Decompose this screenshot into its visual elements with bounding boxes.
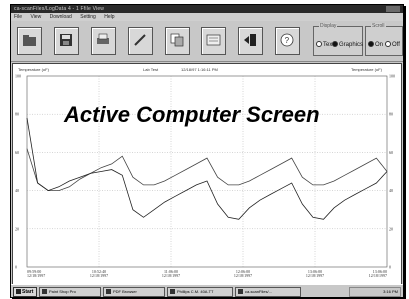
document-button[interactable] — [201, 27, 226, 55]
y-tick-label-left: 40 — [15, 188, 19, 193]
app-icon — [238, 289, 243, 294]
scroll-group: Scroll On Off — [365, 23, 403, 56]
task-scanfiles[interactable]: ca-scanFiles/... — [235, 287, 301, 297]
title-bar: ca-scanFiles/LogData 4 - 1 Ffile View — [11, 5, 403, 13]
x-tick-label-date: 12/18/1997 — [90, 273, 108, 278]
y-tick-label-right: 100 — [389, 74, 395, 79]
help-icon: ? — [280, 33, 294, 47]
print-button[interactable] — [91, 27, 116, 55]
app-icon — [42, 289, 47, 294]
plot-window: Temperature (oF) Lab Test 12/18/97 1:16:… — [12, 63, 402, 285]
radio-off[interactable]: Off — [385, 41, 400, 48]
export-button[interactable] — [238, 27, 263, 55]
task-pdf[interactable]: PDF Browser — [103, 287, 165, 297]
x-tick-label-date: 12/18/1997 — [27, 273, 45, 278]
y-tick-label-left: 60 — [15, 150, 19, 155]
temperature-chart: 100 10080 8060 6040 4020 200 009:59:0012/18/19… — [15, 74, 395, 279]
svg-text:?: ? — [285, 36, 290, 45]
y-tick-label-left: 80 — [15, 112, 19, 117]
display-legend: Display — [319, 23, 338, 29]
x-tick-label-date: 12/18/1997 — [162, 273, 180, 278]
x-tick-label-date: 12/18/1997 — [306, 273, 324, 278]
print-icon — [97, 33, 109, 44]
series-line-2 — [26, 117, 388, 220]
y-tick-label-right: 60 — [389, 150, 393, 155]
app-icon — [106, 289, 111, 294]
x-tick-label-date: 12/18/1997 — [369, 273, 387, 278]
save-button[interactable] — [54, 27, 79, 55]
open-button[interactable] — [17, 27, 42, 55]
x-tick-label-date: 12/18/1997 — [234, 273, 252, 278]
radio-on-dot — [368, 41, 374, 47]
task-paint-shop[interactable]: Paint Shop Pro — [39, 287, 101, 297]
document-icon — [206, 34, 221, 46]
overlay-caption: Active Computer Screen — [64, 102, 320, 127]
menu-help[interactable]: Help — [104, 14, 114, 20]
window-controls[interactable] — [386, 6, 400, 12]
menu-file[interactable]: File — [14, 14, 22, 20]
help-button[interactable]: ? — [275, 27, 300, 55]
menu-view[interactable]: View — [30, 14, 41, 20]
radio-on[interactable]: On — [368, 41, 383, 48]
task-phillips[interactable]: Phillips C.M. 40A.TT — [167, 287, 233, 297]
scroll-legend: Scroll — [371, 23, 386, 29]
toolbar: ? Display Text Graphics Scroll On Off — [11, 21, 403, 62]
start-button[interactable]: Start — [13, 287, 37, 297]
menu-download[interactable]: Download — [50, 14, 72, 20]
y-tick-label-right: 80 — [389, 112, 393, 117]
radio-graphics[interactable]: Graphics — [332, 41, 363, 48]
edit-button[interactable] — [128, 27, 153, 55]
y-tick-label-right: 40 — [389, 188, 393, 193]
pen-icon — [134, 34, 146, 46]
save-icon — [60, 34, 72, 46]
y-tick-label-left: 0 — [15, 265, 17, 270]
taskbar: Start Paint Shop Pro PDF Browser Phillip… — [11, 284, 403, 297]
y-tick-label-right: 0 — [389, 265, 391, 270]
export-icon — [244, 34, 256, 46]
menu-setting[interactable]: Setting — [80, 14, 96, 20]
y-tick-label-left: 100 — [15, 74, 21, 79]
menu-bar: File View Download Setting Help — [11, 13, 403, 21]
computer-screen: ca-scanFiles/LogData 4 - 1 Ffile View Fi… — [10, 4, 404, 298]
series-line-1 — [26, 148, 388, 191]
window-title: ca-scanFiles/LogData 4 - 1 Ffile View — [14, 6, 105, 12]
folder-icon — [23, 35, 36, 46]
display-group: Display Text Graphics — [313, 23, 363, 56]
copy-button[interactable] — [165, 27, 190, 55]
radio-text-dot — [316, 41, 322, 47]
radio-graphics-dot — [332, 41, 338, 47]
copy-icon — [170, 33, 184, 47]
system-tray: 3:16 PM — [349, 287, 401, 297]
y-tick-label-right: 20 — [389, 226, 393, 231]
windows-logo-icon — [16, 289, 21, 294]
y-tick-label-left: 20 — [15, 226, 19, 231]
app-icon — [170, 289, 175, 294]
clock: 3:16 PM — [383, 289, 398, 294]
radio-off-dot — [385, 41, 391, 47]
